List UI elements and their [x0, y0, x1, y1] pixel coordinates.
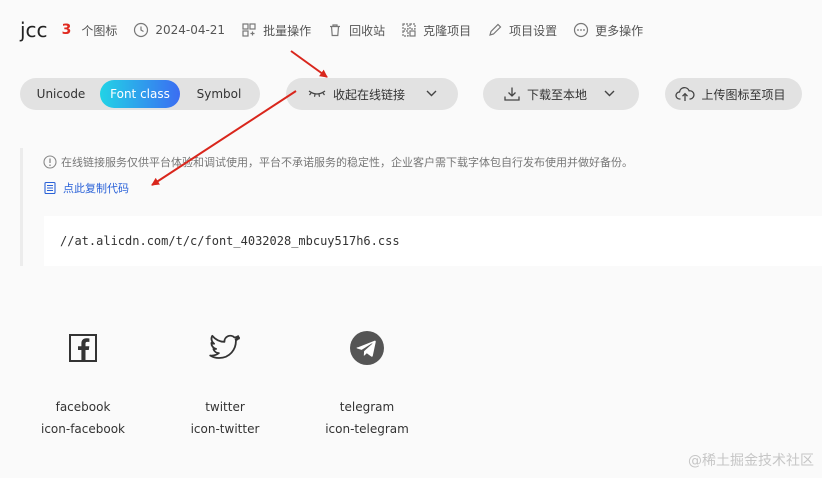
upload-label: 上传图标至项目	[701, 87, 786, 102]
arrow-to-collapse-button	[290, 50, 328, 78]
twitter-icon	[207, 330, 243, 366]
copy-code-link[interactable]: 点此复制代码	[43, 180, 129, 196]
icon-count-label: 个图标	[81, 23, 118, 38]
collapse-online-link-label: 收起在线链接	[332, 87, 405, 102]
batch-ops-button[interactable]: 批量操作	[241, 22, 311, 39]
icon-card-twitter[interactable]: twitter icon-twitter	[165, 330, 285, 436]
download-label: 下载至本地	[526, 87, 587, 102]
eye-closed-icon	[308, 90, 326, 97]
clock-icon	[134, 22, 149, 38]
more-ops-button[interactable]: 更多操作	[573, 22, 643, 39]
css-url-code[interactable]: //at.alicdn.com/t/c/font_4032028_mbcuy51…	[44, 216, 822, 266]
icon-class-name: icon-facebook	[40, 422, 126, 436]
icon-name: telegram	[339, 400, 395, 414]
collapse-online-link-button[interactable]: 收起在线链接	[286, 78, 458, 110]
created-date: 2024-04-21	[133, 22, 225, 38]
recycle-bin-button[interactable]: 回收站	[327, 22, 385, 39]
tab-symbol[interactable]: Symbol	[180, 80, 258, 108]
icon-card-telegram[interactable]: telegram icon-telegram	[307, 330, 427, 436]
online-link-panel: 在线链接服务仅供平台体验和调试使用，平台不承诺服务的稳定性，企业客户需下载字体包…	[20, 148, 822, 266]
cloud-upload-icon	[675, 87, 696, 101]
chevron-down-icon	[604, 90, 615, 97]
tab-unicode[interactable]: Unicode	[22, 80, 100, 108]
project-settings-button[interactable]: 项目设置	[487, 22, 557, 39]
service-notice: 在线链接服务仅供平台体验和调试使用，平台不承诺服务的稳定性，企业客户需下载字体包…	[43, 154, 633, 170]
telegram-icon	[349, 330, 385, 366]
more-icon	[574, 22, 589, 38]
upload-icons-button[interactable]: 上传图标至项目	[665, 78, 802, 110]
project-name: jcc	[20, 18, 48, 42]
trash-icon	[330, 24, 341, 37]
pencil-icon	[489, 23, 502, 36]
icon-class-name: icon-telegram	[325, 422, 409, 436]
clone-project-button[interactable]: 克隆项目	[401, 22, 471, 39]
watermark: @稀土掘金技术社区	[688, 453, 814, 469]
tab-font-class[interactable]: Font class	[100, 80, 180, 108]
icon-card-facebook[interactable]: facebook icon-facebook	[23, 330, 143, 436]
icon-class-name: icon-twitter	[190, 422, 260, 436]
document-icon	[44, 181, 56, 195]
chevron-down-icon	[426, 90, 437, 97]
mode-tabs: Unicode Font class Symbol	[20, 78, 260, 110]
icon-count: 3	[61, 22, 72, 38]
icon-name: facebook	[55, 400, 111, 414]
icon-name: twitter	[205, 400, 245, 414]
clone-icon	[402, 23, 416, 37]
project-header: jcc 3 个图标 2024-04-21 批量操作 回收站 克隆项目 项目设置 …	[20, 16, 659, 44]
download-icon	[504, 87, 520, 101]
facebook-icon	[65, 330, 101, 366]
info-icon	[43, 155, 57, 169]
download-button[interactable]: 下载至本地	[483, 78, 639, 110]
grid-icon	[242, 23, 256, 37]
